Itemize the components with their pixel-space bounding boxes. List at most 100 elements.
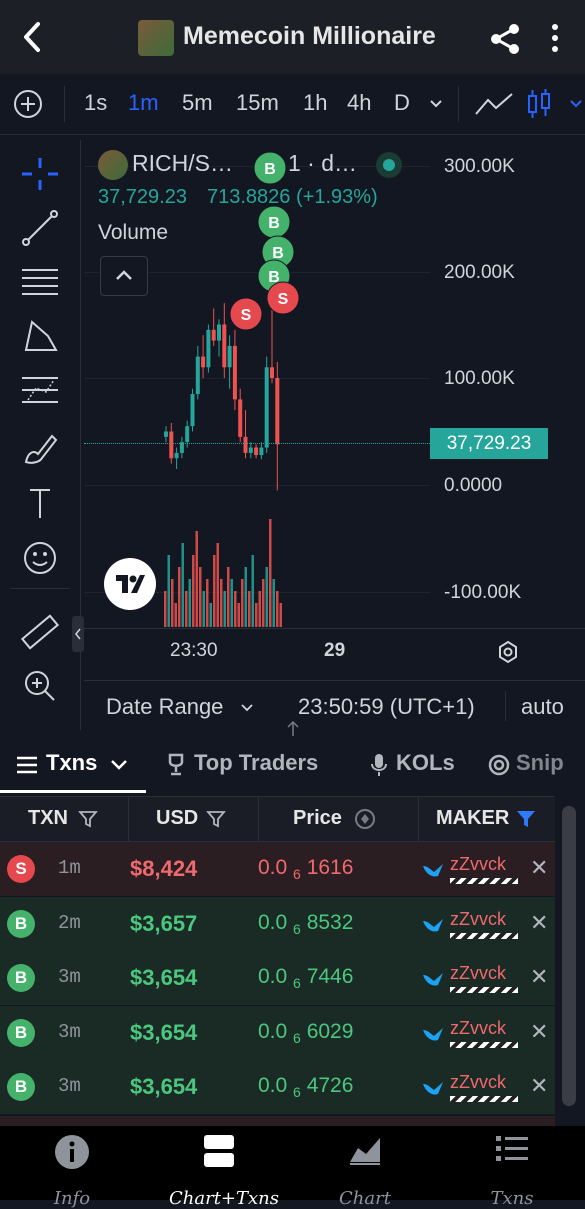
forecast-icon[interactable] <box>18 370 62 410</box>
toggle-price-icon[interactable] <box>354 808 376 830</box>
collapse-legend-button[interactable] <box>100 256 148 296</box>
table-row[interactable]: S 1m $8,424 0.0 6 1616 zZvvck ✕ <box>0 842 555 896</box>
price-chart[interactable]: BBBBSS <box>84 140 444 630</box>
crosshair-icon[interactable] <box>18 154 62 194</box>
txn-age: 1m <box>58 857 81 879</box>
close-icon[interactable]: ✕ <box>530 855 548 881</box>
nav-chart-txns[interactable]: Chart+Txns <box>169 1134 279 1209</box>
filter-icon[interactable] <box>206 809 226 829</box>
candle <box>211 329 216 341</box>
maker-cell[interactable]: zZvvck <box>422 1072 522 1104</box>
maker-name: zZvvck <box>450 854 506 874</box>
nav-info[interactable]: Info <box>22 1134 122 1209</box>
maker-cell[interactable]: zZvvck <box>422 909 522 941</box>
volume-bar <box>258 591 261 627</box>
ruler-icon[interactable] <box>18 612 62 652</box>
close-icon[interactable]: ✕ <box>530 964 548 990</box>
candle <box>264 367 269 448</box>
fib-retracement-icon[interactable] <box>18 262 62 302</box>
settings-icon[interactable] <box>496 640 520 664</box>
arrow-left-icon[interactable] <box>18 20 48 54</box>
tf-5m[interactable]: 5m <box>182 90 213 116</box>
trend-line-icon[interactable] <box>18 208 62 248</box>
tradingview-logo[interactable] <box>104 558 156 610</box>
share-icon[interactable] <box>488 22 522 56</box>
price-digits: 8532 <box>306 910 354 934</box>
chevron-up-icon <box>116 270 132 280</box>
marker-label: S <box>278 291 289 308</box>
area-chart-icon <box>350 1138 380 1165</box>
nav-chart[interactable]: Chart <box>315 1134 415 1209</box>
tab-txns[interactable]: Txns <box>46 750 97 776</box>
txn-price: 0.0 6 1616 <box>258 856 353 882</box>
price-digits: 7446 <box>306 965 354 988</box>
maker-cell[interactable]: zZvvck <box>422 854 522 886</box>
tab-snipers[interactable]: Snip <box>516 750 564 776</box>
more-vertical-icon[interactable] <box>545 22 565 54</box>
brush-icon[interactable] <box>18 428 62 468</box>
table-row[interactable]: B 2m $3,657 0.0 6 8532 zZvvck ✕ <box>0 896 555 951</box>
price-axis-label: 200.00K <box>444 262 515 283</box>
volume-bar <box>223 591 226 627</box>
candle <box>254 447 259 456</box>
filter-active-icon[interactable] <box>515 808 537 830</box>
tf-4h[interactable]: 4h <box>347 90 371 116</box>
maker-cell[interactable]: zZvvck <box>422 1018 522 1050</box>
auto-scale-button[interactable]: auto <box>521 694 564 720</box>
price-prefix: 0.0 <box>258 1019 288 1043</box>
filter-icon[interactable] <box>78 809 98 829</box>
table-row[interactable]: B 3m $3,654 0.0 6 4726 zZvvck ✕ <box>0 1060 555 1114</box>
tf-1s[interactable]: 1s <box>84 90 107 116</box>
chevron-down-icon[interactable] <box>110 758 128 772</box>
emoji-icon[interactable] <box>18 538 62 578</box>
table-row[interactable]: B 3m $3,654 0.0 6 7446 zZvvck ✕ <box>0 951 555 1005</box>
maker-name: zZvvck <box>450 1072 506 1092</box>
close-icon[interactable]: ✕ <box>530 1073 548 1099</box>
price-axis-label: 0.0000 <box>444 475 503 496</box>
txn-price: 0.0 6 4726 <box>258 1074 353 1100</box>
chevron-down-icon[interactable] <box>428 98 444 110</box>
tab-top-traders[interactable]: Top Traders <box>194 750 318 776</box>
price-prefix: 0.0 <box>258 910 288 934</box>
maker-cell[interactable]: zZvvck <box>422 963 522 995</box>
chevron-down-icon[interactable] <box>240 703 254 713</box>
scrollbar[interactable] <box>562 806 576 1106</box>
candle <box>169 431 174 459</box>
table-row[interactable]: B 3m $3,654 0.0 6 6029 zZvvck ✕ <box>0 1005 555 1060</box>
text-icon[interactable] <box>18 484 62 524</box>
price-prefix: 0.0 <box>258 856 288 879</box>
txn-age: 3m <box>58 1075 81 1097</box>
volume-bar <box>234 591 237 627</box>
close-icon[interactable]: ✕ <box>530 1019 548 1045</box>
volume-bar <box>255 603 258 627</box>
price-digits: 1616 <box>306 856 354 879</box>
add-indicator-icon[interactable] <box>12 88 44 120</box>
target-icon <box>488 754 510 776</box>
clock-timezone[interactable]: 23:50:59 (UTC+1) <box>298 694 475 720</box>
chevron-down-icon[interactable] <box>568 98 584 110</box>
pattern-icon[interactable] <box>18 316 62 356</box>
nav-txns[interactable]: Txns <box>462 1134 562 1209</box>
candle <box>248 447 253 453</box>
time-axis-label: 23:30 <box>170 640 218 661</box>
price-zero-count: 6 <box>293 1029 301 1046</box>
tf-1d[interactable]: D <box>394 90 410 116</box>
zoom-in-icon[interactable] <box>18 666 62 706</box>
tf-1m[interactable]: 1m <box>128 90 159 116</box>
tab-kols[interactable]: KOLs <box>396 750 455 776</box>
bird-icon <box>423 918 443 932</box>
txn-price: 0.0 6 6029 <box>258 1020 353 1046</box>
maker-name: zZvvck <box>450 963 506 983</box>
nav-label: Info <box>53 1188 91 1209</box>
candle <box>206 329 211 368</box>
tf-1h[interactable]: 1h <box>303 90 327 116</box>
time-axis-label: 29 <box>324 640 346 661</box>
date-range-button[interactable]: Date Range <box>106 694 223 720</box>
candle-chart-icon[interactable] <box>526 88 552 120</box>
txn-age: 3m <box>58 1020 81 1043</box>
chart-symbol[interactable]: RICH/S… <box>132 150 233 177</box>
collapse-toolbar-handle[interactable] <box>72 616 84 652</box>
line-chart-icon[interactable] <box>474 90 514 118</box>
tf-15m[interactable]: 15m <box>236 90 279 116</box>
close-icon[interactable]: ✕ <box>530 910 548 936</box>
